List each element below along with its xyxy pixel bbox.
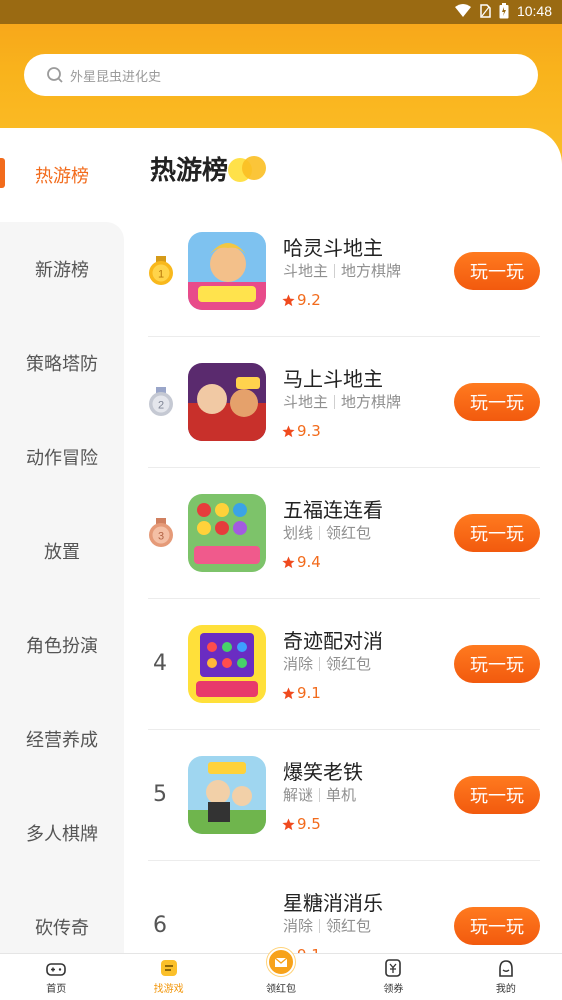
star-icon [282, 687, 295, 699]
svg-text:2: 2 [158, 400, 164, 412]
game-row[interactable]: 3 五福连连看 划线 领红包 9.4 玩一玩 [148, 468, 540, 599]
tab-coupon[interactable]: 领券 [337, 954, 449, 1000]
sidebar-item-label: 放置 [44, 542, 80, 563]
star-icon [282, 818, 295, 830]
silver-medal-icon: 2 [149, 387, 173, 416]
tab-label: 领券 [383, 984, 404, 995]
search-icon [47, 67, 63, 83]
game-score: 9.2 [282, 291, 321, 309]
play-button[interactable]: 玩一玩 [454, 907, 540, 945]
tab-label: 我的 [495, 984, 516, 995]
svg-text:1: 1 [158, 269, 164, 281]
game-tags: 消除 领红包 [283, 917, 372, 935]
rank-number: 4 [153, 651, 167, 676]
tab-label: 领红包 [266, 984, 297, 995]
battery-icon [499, 3, 509, 19]
game-list: 1 哈灵斗地主 斗地主 地方棋牌 9.2 玩一玩 2 马上斗地主 斗地主 地方棋牌 … [148, 206, 540, 992]
sidebar-item-idle[interactable]: 放置 [0, 504, 124, 598]
star-icon [282, 556, 295, 568]
bronze-medal-icon: 3 [149, 518, 173, 547]
sidebar-item-hot[interactable]: 热游榜 [0, 128, 124, 222]
search-input[interactable]: 外星昆虫进化史 [24, 54, 538, 96]
game-name: 五福连连看 [283, 498, 383, 522]
play-button[interactable]: 玩一玩 [454, 383, 540, 421]
red-packet-icon [267, 948, 296, 976]
status-time: 10:48 [516, 3, 552, 19]
game-name: 星糖消消乐 [283, 891, 383, 915]
tab-profile[interactable]: 我的 [450, 954, 562, 1000]
game-thumbnail[interactable] [188, 756, 266, 834]
game-thumbnail[interactable] [188, 494, 266, 572]
search-placeholder: 外星昆虫进化史 [70, 69, 162, 85]
rank-number: 5 [153, 782, 167, 807]
profile-icon [499, 960, 513, 977]
tab-red-packet[interactable]: 领红包 [225, 948, 337, 1000]
game-row[interactable]: 5 爆笑老铁 解谜 单机 9.5 玩一玩 [148, 730, 540, 861]
bottom-navigation: 首页 找游戏 领红包 领券 我的 [0, 948, 562, 1000]
game-row[interactable]: 2 马上斗地主 斗地主 地方棋牌 9.3 玩一玩 [148, 337, 540, 468]
game-score: 9.5 [282, 815, 321, 833]
sidebar-item-label: 角色扮演 [26, 636, 98, 657]
game-name: 奇迹配对消 [283, 629, 383, 653]
game-tags: 划线 领红包 [283, 524, 372, 542]
star-icon [282, 294, 295, 306]
coupon-icon [385, 959, 402, 977]
sidebar-item-label: 新游榜 [35, 260, 89, 281]
play-button[interactable]: 玩一玩 [454, 252, 540, 290]
play-button[interactable]: 玩一玩 [454, 514, 540, 552]
find-game-icon [160, 960, 177, 976]
svg-text:3: 3 [158, 531, 164, 543]
category-sidebar: 热游榜 新游榜 策略塔防 动作冒险 放置 角色扮演 经营养成 多人棋牌 砍传奇 [0, 128, 124, 958]
section-title: 热游榜 [150, 156, 229, 186]
tab-find-game[interactable]: 找游戏 [112, 954, 224, 1000]
sidebar-item-label: 多人棋牌 [26, 824, 98, 845]
game-row[interactable]: 4 奇迹配对消 消除 领红包 9.1 玩一玩 [148, 599, 540, 730]
tab-label: 找游戏 [153, 984, 184, 995]
sidebar-item-strategy[interactable]: 策略塔防 [0, 316, 124, 410]
game-thumbnail[interactable] [188, 363, 266, 441]
sidebar-item-label: 策略塔防 [26, 354, 98, 375]
game-tags: 斗地主 地方棋牌 [283, 262, 402, 280]
sidebar-item-board[interactable]: 多人棋牌 [0, 786, 124, 880]
gold-medal-icon: 1 [149, 256, 173, 285]
game-name: 马上斗地主 [283, 367, 383, 391]
game-name: 哈灵斗地主 [283, 236, 383, 260]
gamepad-icon [46, 963, 67, 976]
sidebar-item-new[interactable]: 新游榜 [0, 222, 124, 316]
play-button[interactable]: 玩一玩 [454, 645, 540, 683]
play-button[interactable]: 玩一玩 [454, 776, 540, 814]
title-decoration-icon [228, 156, 266, 182]
game-name: 爆笑老铁 [283, 760, 363, 784]
rank-number: 6 [153, 913, 167, 938]
sidebar-item-label: 砍传奇 [35, 918, 89, 939]
game-score: 9.4 [282, 553, 321, 571]
game-thumbnail[interactable] [188, 625, 266, 703]
sidebar-item-label: 动作冒险 [26, 448, 98, 469]
sidebar-item-label: 经营养成 [26, 730, 98, 751]
sidebar-item-action[interactable]: 动作冒险 [0, 410, 124, 504]
tab-label: 首页 [46, 984, 67, 995]
game-tags: 消除 领红包 [283, 655, 372, 673]
game-score: 9.3 [282, 422, 321, 440]
star-icon [282, 425, 295, 437]
sim-icon [480, 4, 491, 18]
game-score: 9.1 [282, 684, 321, 702]
sidebar-list: 新游榜 策略塔防 动作冒险 放置 角色扮演 经营养成 多人棋牌 砍传奇 [0, 222, 124, 958]
wifi-icon [454, 4, 471, 17]
sidebar-item-label: 热游榜 [35, 166, 89, 187]
status-bar: 10:48 [0, 0, 562, 24]
tab-home[interactable]: 首页 [0, 954, 112, 1000]
game-thumbnail[interactable] [188, 232, 266, 310]
game-tags: 解谜 单机 [283, 786, 357, 804]
game-tags: 斗地主 地方棋牌 [283, 393, 402, 411]
sidebar-item-sim[interactable]: 经营养成 [0, 692, 124, 786]
game-row[interactable]: 1 哈灵斗地主 斗地主 地方棋牌 9.2 玩一玩 [148, 206, 540, 337]
sidebar-item-rpg[interactable]: 角色扮演 [0, 598, 124, 692]
